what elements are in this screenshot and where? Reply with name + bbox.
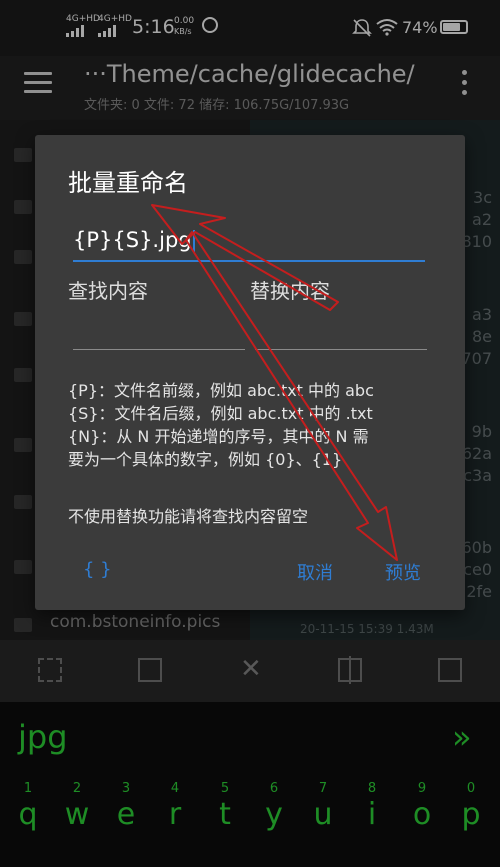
help-line-number: {N}：从 N 开始递增的序号，其中的 N 需 [68, 427, 369, 446]
find-field-label: 查找内容 [68, 279, 148, 303]
cancel-button[interactable]: 取消 [297, 559, 333, 585]
batch-rename-dialog: 批量重命名 {P}{S}.jpg 查找内容 替换内容 {P}：文件名前缀，例如 … [35, 135, 465, 610]
help-text: {P}：文件名前缀，例如 abc.txt 中的 abc {S}：文件名后缀，例如… [68, 379, 433, 471]
replace-field-label: 替换内容 [250, 279, 330, 303]
dialog-title: 批量重命名 [68, 169, 188, 197]
help-line-suffix: {S}：文件名后缀，例如 abc.txt 中的 .txt [68, 404, 373, 423]
rename-pattern-value: {P}{S}.jpg [73, 228, 192, 252]
find-input[interactable] [73, 349, 245, 350]
rename-pattern-input[interactable]: {P}{S}.jpg [73, 228, 425, 262]
help-line-number-cont: 要为一个具体的数字，例如 {0}、{1} [68, 450, 343, 469]
insert-braces-button[interactable]: { } [83, 559, 112, 580]
replace-note: 不使用替换功能请将查找内容留空 [68, 507, 309, 526]
replace-input[interactable] [255, 349, 427, 350]
preview-button[interactable]: 预览 [385, 559, 421, 585]
text-cursor [192, 230, 195, 252]
help-line-prefix: {P}：文件名前缀，例如 abc.txt 中的 abc [68, 381, 374, 400]
